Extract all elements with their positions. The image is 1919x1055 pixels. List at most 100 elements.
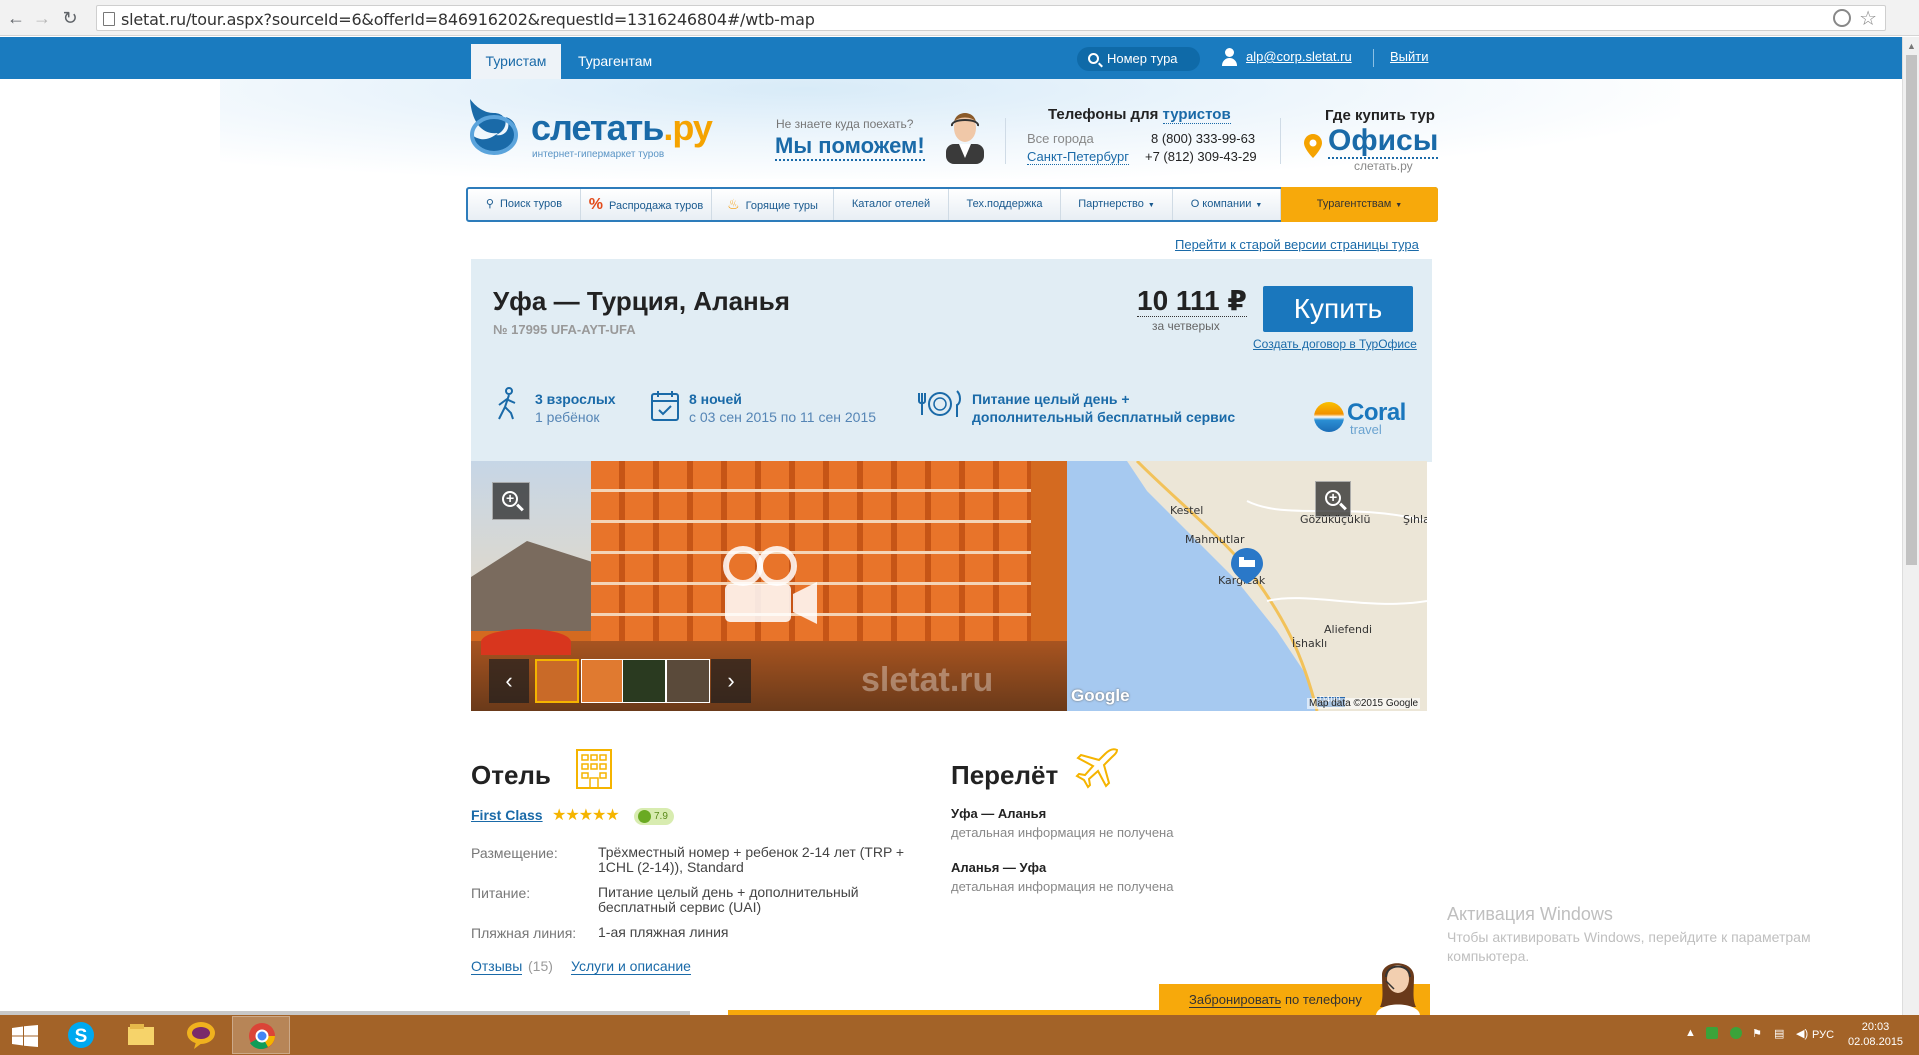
hotel-map[interactable]: Kestel Mahmutlar Gözüküçüklü Şıhlar Karg… bbox=[1067, 461, 1427, 711]
buy-button[interactable]: Купить bbox=[1263, 286, 1413, 332]
nights-count: 8 ночей bbox=[689, 391, 742, 407]
menu-item-search-tours[interactable]: ⚲ Поиск туров bbox=[468, 189, 581, 220]
gallery-thumb[interactable] bbox=[666, 659, 710, 703]
gallery-thumb[interactable] bbox=[535, 659, 579, 703]
offices-link[interactable]: Офисы bbox=[1328, 125, 1439, 159]
smiley-icon bbox=[638, 810, 651, 823]
tab-tourists[interactable]: Туристам bbox=[471, 44, 561, 79]
taskbar-skype[interactable]: S bbox=[52, 1016, 110, 1054]
meal-label: Питание: bbox=[471, 885, 531, 901]
taskbar-clock[interactable]: 20:03 02.08.2015 bbox=[1848, 1020, 1903, 1050]
consultant-avatar bbox=[946, 113, 984, 164]
search-icon bbox=[1088, 53, 1099, 64]
tray-chevron-up-icon[interactable]: ▲ bbox=[1685, 1027, 1696, 1039]
browser-toolbar: ← → ↻ sletat.ru/tour.aspx?sourceId=6&off… bbox=[0, 0, 1919, 36]
tray-flag-icon[interactable]: ⚑ bbox=[1752, 1027, 1762, 1040]
flight-leg-info: детальная информация не получена bbox=[951, 879, 1174, 894]
flight-leg-route: Уфа — Аланья bbox=[951, 806, 1047, 821]
tray-shield-icon[interactable] bbox=[1706, 1027, 1718, 1039]
tray-language[interactable]: РУС bbox=[1812, 1029, 1834, 1041]
menu-item-label: Поиск туров bbox=[499, 198, 563, 210]
page-icon bbox=[103, 12, 115, 26]
calendar-icon bbox=[651, 391, 679, 421]
taskbar-messenger[interactable] bbox=[172, 1016, 230, 1054]
hotel-building-icon bbox=[576, 749, 612, 789]
flight-section-title: Перелёт bbox=[951, 760, 1059, 790]
menu-item-about[interactable]: О компании ▼ bbox=[1173, 189, 1281, 220]
video-camera-icon[interactable] bbox=[721, 546, 821, 626]
beach-line-value: 1-ая пляжная линия bbox=[598, 924, 729, 940]
logo-text[interactable]: слетать.ру bbox=[531, 110, 713, 146]
gallery-zoom-icon[interactable] bbox=[492, 482, 530, 520]
gallery-thumb[interactable] bbox=[581, 659, 625, 703]
vertical-scrollbar[interactable]: ▲ bbox=[1902, 37, 1919, 1015]
hotel-photo-gallery[interactable]: sletat.ru ‹ › bbox=[471, 461, 1067, 711]
hotel-section-title: Отель bbox=[471, 760, 551, 790]
help-link[interactable]: Мы поможем! bbox=[775, 133, 925, 161]
hotel-rating-value: 7.9 bbox=[654, 811, 668, 822]
tour-title: Уфа — Турция, Аланья bbox=[493, 286, 790, 316]
phones-tourists-link[interactable]: туристов bbox=[1162, 106, 1231, 124]
create-contract-link[interactable]: Создать договор в ТурОфисе bbox=[1253, 337, 1417, 351]
placement-value: Трёхместный номер + ребенок 2-14 лет (TR… bbox=[598, 844, 905, 875]
svg-text:S: S bbox=[75, 1026, 88, 1047]
tray-check-icon[interactable] bbox=[1730, 1027, 1742, 1039]
menu-item-hot-tours[interactable]: ♨ Горящие туры bbox=[712, 189, 834, 220]
gallery-prev-button[interactable]: ‹ bbox=[489, 659, 529, 703]
menu-item-hotel-catalog[interactable]: Каталог отелей bbox=[834, 189, 949, 220]
taskbar-chrome[interactable] bbox=[232, 1016, 290, 1054]
tour-summary-card: Уфа — Турция, Аланья № 17995 UFA-AYT-UFA… bbox=[471, 259, 1432, 462]
tray-network-icon[interactable]: ▤ bbox=[1774, 1027, 1784, 1040]
menu-item-partnership[interactable]: Партнерство ▼ bbox=[1061, 189, 1173, 220]
logo-bird-icon[interactable] bbox=[462, 95, 524, 161]
map-zoom-icon[interactable] bbox=[1315, 481, 1351, 517]
location-icon[interactable] bbox=[1833, 9, 1851, 27]
tour-price[interactable]: 10 111 ₽ bbox=[1137, 286, 1247, 317]
meal-value: Питание целый день + дополнительный бесп… bbox=[598, 884, 859, 915]
phone-number-all: 8 (800) 333-99-63 bbox=[1151, 131, 1256, 146]
back-icon[interactable]: ← bbox=[4, 6, 28, 30]
gallery-next-button[interactable]: › bbox=[711, 659, 751, 703]
hotel-name-link[interactable]: First Class bbox=[471, 807, 543, 823]
phone-city-spb[interactable]: Санкт-Петербург bbox=[1027, 149, 1129, 165]
tour-number-search-button[interactable]: Номер тура bbox=[1077, 47, 1200, 71]
reload-icon[interactable]: ↻ bbox=[58, 6, 82, 30]
menu-item-label: Распродажа туров bbox=[609, 200, 704, 212]
help-question: Не знаете куда поехать? bbox=[776, 117, 914, 131]
fire-icon: ♨ bbox=[727, 196, 740, 212]
meal-line-1: Питание целый день + bbox=[972, 391, 1130, 407]
chat-bubble-icon bbox=[187, 1022, 215, 1049]
reviews-link[interactable]: Отзывы bbox=[471, 958, 523, 975]
scroll-thumb[interactable] bbox=[1906, 55, 1917, 565]
clock-date: 02.08.2015 bbox=[1848, 1036, 1904, 1048]
services-link[interactable]: Услуги и описание bbox=[571, 958, 691, 975]
tab-agents[interactable]: Турагентам bbox=[578, 44, 652, 79]
user-email-link[interactable]: alp@corp.sletat.ru bbox=[1246, 49, 1352, 64]
operator-subtitle: travel bbox=[1350, 422, 1382, 437]
address-bar[interactable]: sletat.ru/tour.aspx?sourceId=6&offerId=8… bbox=[96, 5, 1886, 31]
chevron-down-icon: ▼ bbox=[1147, 202, 1155, 209]
taskbar-explorer[interactable] bbox=[112, 1016, 170, 1054]
user-icon bbox=[1220, 47, 1240, 67]
logout-link[interactable]: Выйти bbox=[1390, 49, 1429, 64]
photo-umbrella bbox=[481, 629, 571, 655]
skype-icon: S bbox=[68, 1022, 94, 1048]
bookmark-star-icon[interactable]: ☆ bbox=[1859, 6, 1877, 31]
menu-item-agencies[interactable]: Турагентствам ▼ bbox=[1281, 187, 1438, 222]
scroll-up-icon[interactable]: ▲ bbox=[1907, 41, 1916, 51]
map-label: Şıhlar bbox=[1403, 513, 1427, 526]
gallery-thumb[interactable] bbox=[622, 659, 666, 703]
hotel-map-pin-icon[interactable] bbox=[1229, 546, 1265, 586]
tray-volume-icon[interactable]: ◀) bbox=[1796, 1027, 1808, 1040]
menu-item-sale[interactable]: % Распродажа туров bbox=[581, 189, 712, 220]
beach-line-label: Пляжная линия: bbox=[471, 925, 577, 941]
folder-icon bbox=[128, 1024, 154, 1045]
placement-label: Размещение: bbox=[471, 845, 558, 861]
tour-number: № 17995 UFA-AYT-UFA bbox=[493, 322, 636, 337]
windows-start-icon[interactable] bbox=[12, 1025, 38, 1047]
map-label: Mahmutlar bbox=[1185, 533, 1245, 546]
menu-item-support[interactable]: Тех.поддержка bbox=[949, 189, 1061, 220]
tour-dates: с 03 сен 2015 по 11 сен 2015 bbox=[689, 409, 877, 425]
old-version-link[interactable]: Перейти к старой версии страницы тура bbox=[1175, 237, 1419, 252]
forward-icon[interactable]: → bbox=[30, 6, 54, 30]
